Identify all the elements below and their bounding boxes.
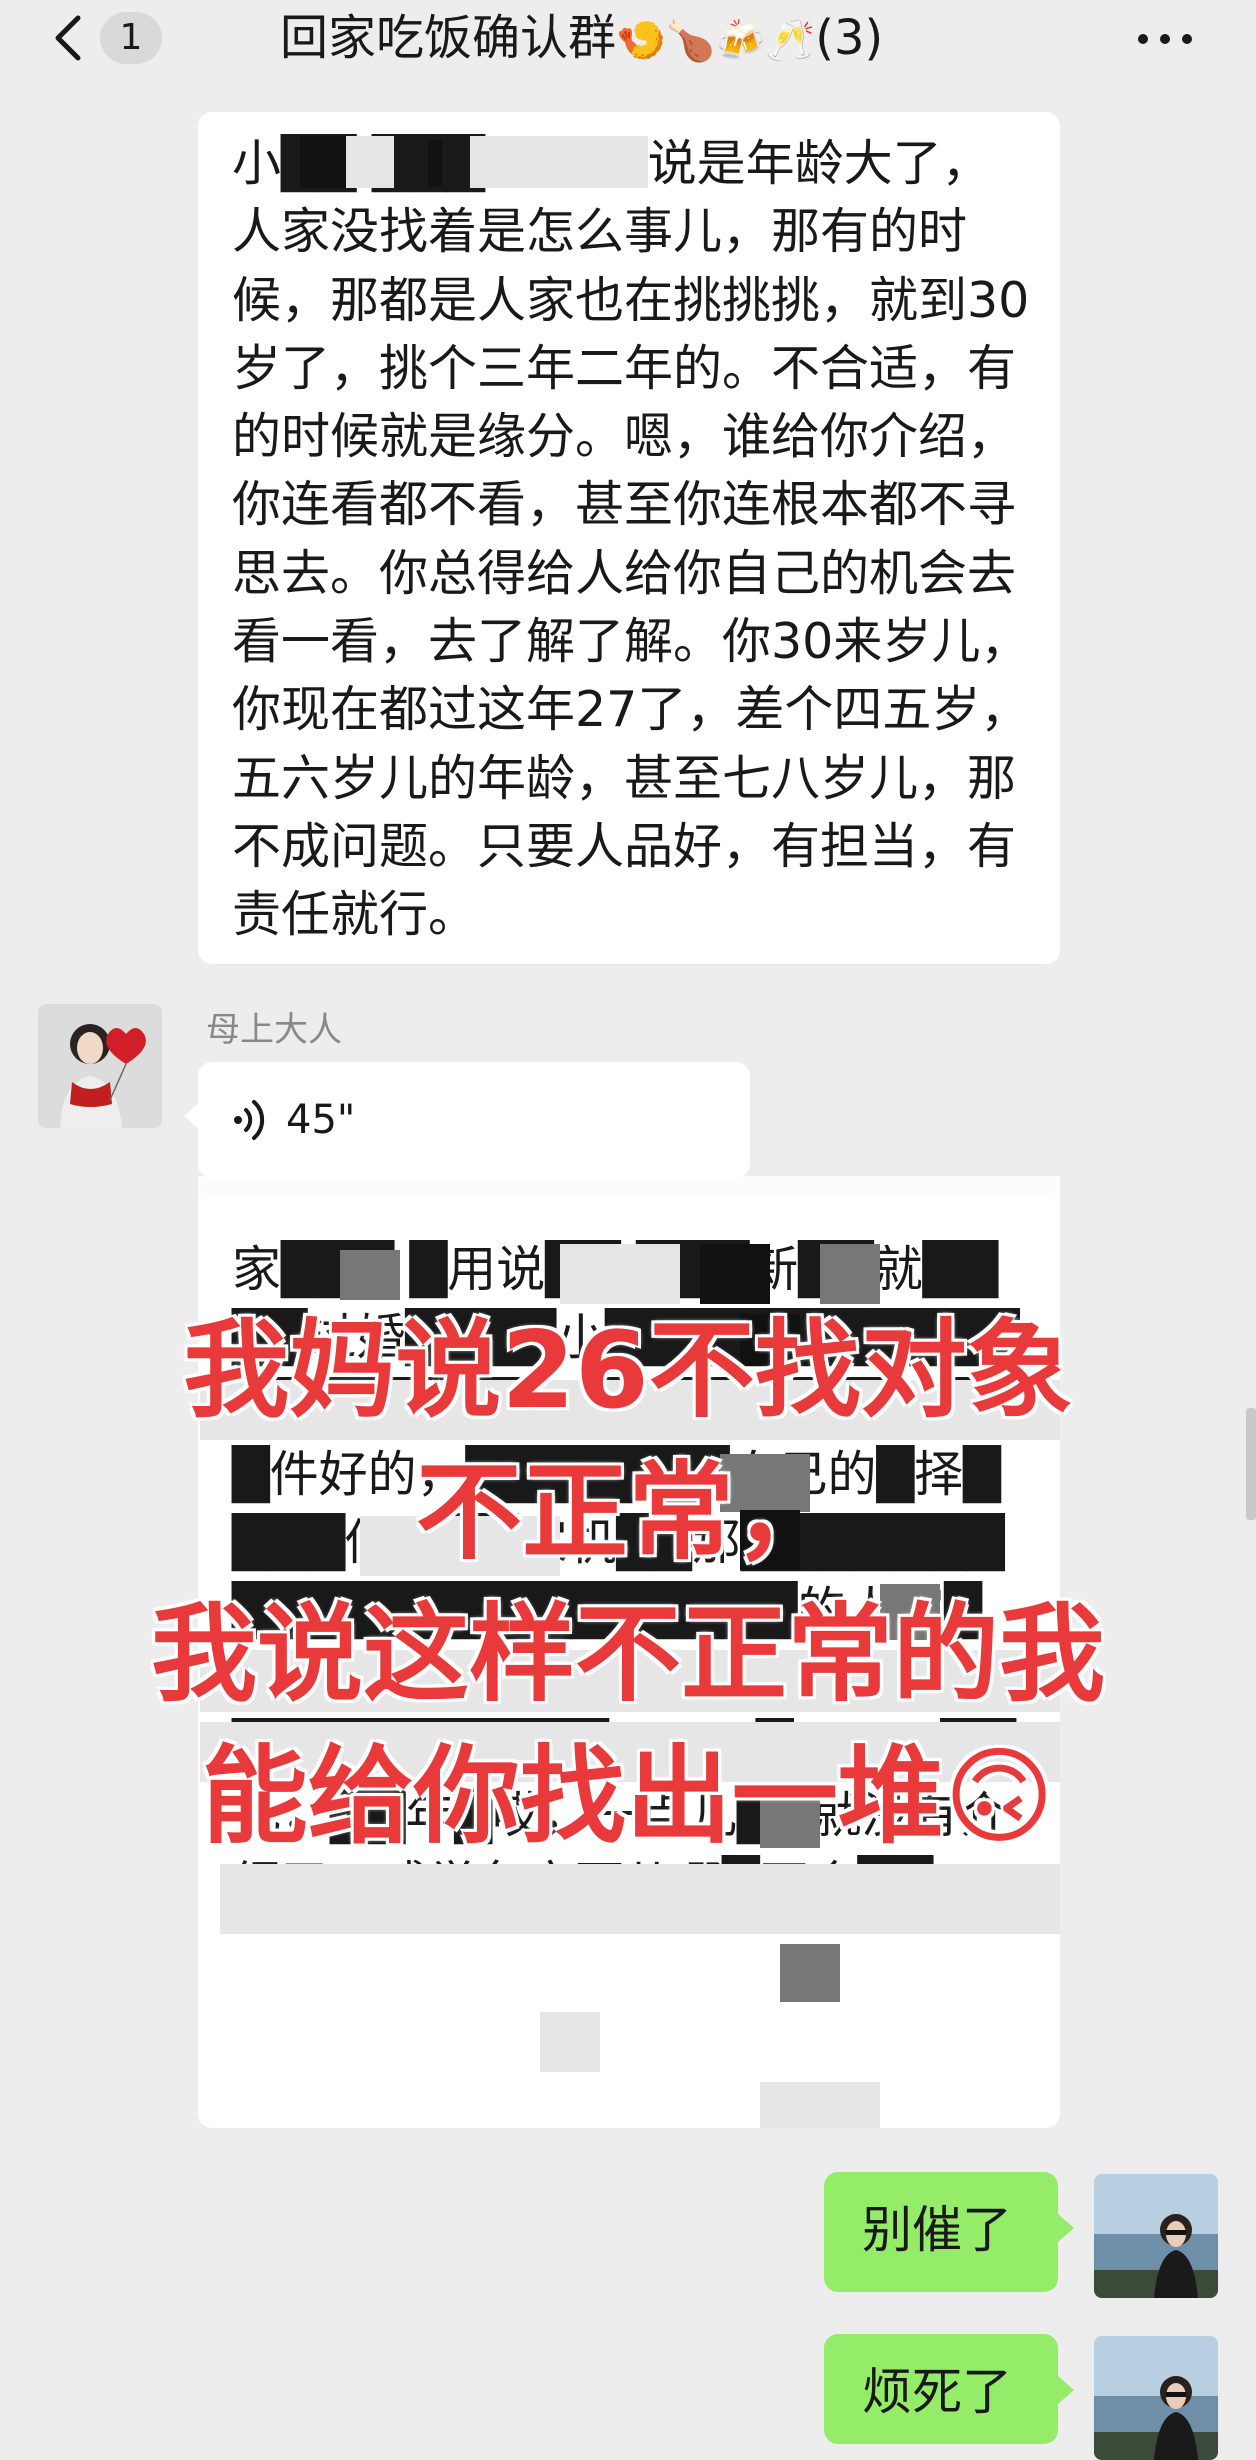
chat-title-text: 回家吃饭确认群: [280, 10, 617, 66]
scrollbar-thumb[interactable]: [1246, 1408, 1256, 1520]
caption-line-2: 不正常，: [416, 1451, 840, 1574]
chat-title: 回家吃饭确认群🍤🍗🍻🥂(3): [280, 8, 1100, 68]
mosaic-block: [700, 1244, 770, 1304]
avatar-image: [1094, 2336, 1218, 2460]
message-text: 小██ ███ 你别看说是年龄大了，人家没找着是怎么事儿，那有的时候，那都是人家…: [232, 135, 1030, 944]
sender-avatar[interactable]: [38, 1004, 162, 1128]
unread-count-badge[interactable]: 1: [100, 12, 162, 64]
sent-message-text: 别催了: [862, 2201, 1012, 2259]
sent-message-text: 烦死了: [862, 2363, 1012, 2421]
title-emojis: 🍤🍗🍻🥂: [616, 18, 816, 64]
chevron-left-icon: [55, 15, 81, 61]
voice-message-bubble[interactable]: 45": [184, 1062, 750, 1178]
mosaic-block: [560, 1244, 680, 1304]
chat-header: 1 回家吃饭确认群🍤🍗🍻🥂(3): [0, 0, 1256, 78]
mosaic-block: [428, 140, 442, 186]
mosaic-block: [540, 2012, 600, 2072]
sent-message-bubble[interactable]: 烦死了: [824, 2334, 1074, 2444]
caption-line-4: 能给你找出一堆: [201, 1735, 944, 1858]
voice-duration: 45": [286, 1097, 356, 1143]
more-dot: [1182, 34, 1192, 44]
upside-down-face-emoji: 🙃: [943, 1735, 1055, 1858]
my-avatar[interactable]: [1094, 2336, 1218, 2460]
mosaic-block: [820, 1244, 880, 1304]
mosaic-block: [566, 136, 648, 188]
sent-message-bubble[interactable]: 别催了: [824, 2172, 1074, 2292]
mosaic-block: [780, 1944, 840, 2002]
caption-line-1: 我妈说26不找对象: [183, 1309, 1073, 1432]
avatar-image: [1094, 2174, 1218, 2298]
back-button[interactable]: [50, 12, 90, 64]
mosaic-block: [346, 136, 394, 188]
white-veil: [198, 1176, 1060, 1236]
mosaic-block: [470, 136, 566, 188]
more-dot: [1160, 34, 1170, 44]
caption-line-4-wrap: 能给你找出一堆🙃: [0, 1726, 1256, 1868]
overlay-caption: 我妈说26不找对象 不正常， 我说这样不正常的我 能给你找出一堆🙃: [0, 1300, 1256, 1868]
more-dot: [1138, 34, 1148, 44]
more-options-button[interactable]: [1130, 14, 1200, 60]
caption-line-3: 我说这样不正常的我: [151, 1593, 1105, 1716]
mosaic-block: [300, 136, 346, 188]
sender-name: 母上大人: [206, 1010, 342, 1050]
my-avatar[interactable]: [1094, 2174, 1218, 2298]
mosaic-block: [760, 2082, 880, 2128]
member-count: (3): [815, 10, 884, 66]
mosaic-block: [220, 1864, 1060, 1934]
avatar-image: [38, 1004, 162, 1128]
mosaic-block: [340, 1250, 400, 1300]
text-message-bubble[interactable]: 小██ ███ 你别看说是年龄大了，人家没找着是怎么事儿，那有的时候，那都是人家…: [198, 112, 1060, 964]
voice-wave-icon: [234, 1100, 265, 1140]
